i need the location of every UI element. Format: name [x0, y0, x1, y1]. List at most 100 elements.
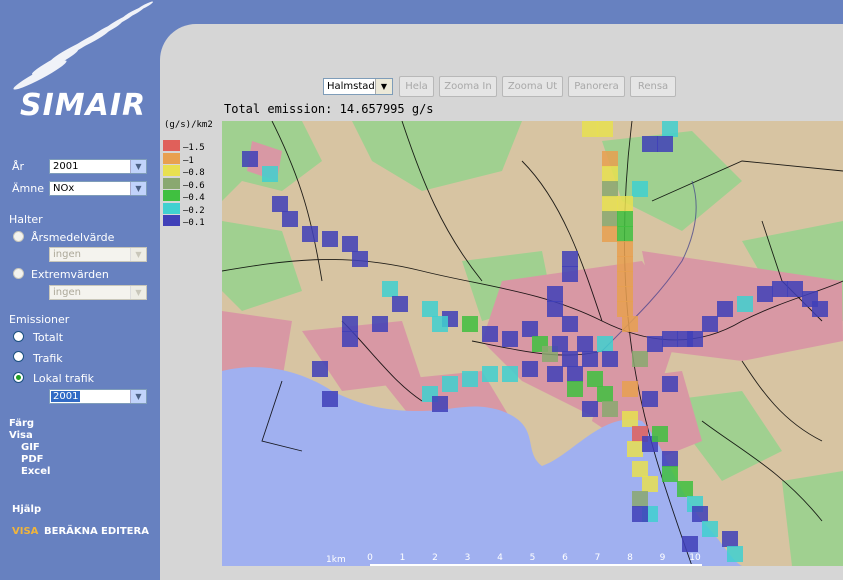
- sidebar: SIMAIR År 2001 ▼ Ämne NOx ▼ Halter Årsme…: [0, 0, 160, 580]
- emission-cell: [622, 381, 638, 397]
- emission-cell: [642, 476, 658, 492]
- emission-cell: [432, 396, 448, 412]
- scale-bar: 0 1 2 3 4 5 6 7 8 9 10 1km: [222, 548, 843, 566]
- emission-cell: [382, 281, 398, 297]
- arsmedel-label: Årsmedelvärde: [31, 231, 115, 244]
- emission-cell: [352, 251, 368, 267]
- emission-cell: [617, 271, 633, 287]
- pan-button[interactable]: Panorera: [568, 76, 625, 97]
- map-canvas: [222, 121, 843, 566]
- emission-cell: [392, 296, 408, 312]
- emissioner-heading: Emissioner: [9, 313, 70, 326]
- emission-cell: [632, 181, 648, 197]
- logo-graphic: [13, 1, 153, 90]
- lokal-trafik-radio[interactable]: [13, 372, 24, 383]
- scale-tick-label: 2: [432, 553, 438, 563]
- substance-select[interactable]: NOx ▼: [49, 181, 147, 196]
- legend-title: (g/s)/km2: [164, 120, 213, 130]
- emission-cell: [632, 491, 648, 507]
- extrem-select[interactable]: ingen ▼: [49, 285, 147, 300]
- scale-tick-label: 0: [367, 553, 373, 563]
- emission-cell: [502, 331, 518, 347]
- nav-visa[interactable]: VISA: [12, 526, 38, 537]
- legend-swatch: [163, 215, 180, 226]
- gif-link[interactable]: GIF: [21, 442, 40, 453]
- emission-cell: [617, 211, 633, 227]
- chevron-down-icon: ▼: [130, 248, 146, 261]
- extrem-label: Extremvärden: [31, 268, 109, 281]
- legend-label: —0.6: [183, 180, 205, 191]
- emission-cell: [617, 256, 633, 272]
- legend-swatch: [163, 177, 180, 189]
- emission-cell: [602, 351, 618, 367]
- emission-cell: [627, 441, 643, 457]
- scale-bar-svg: 0 1 2 3 4 5 6 7 8 9 10: [367, 553, 702, 566]
- emission-cell: [602, 151, 618, 167]
- zoom-in-button[interactable]: Zooma In: [439, 76, 497, 97]
- emission-cell: [302, 226, 318, 242]
- chevron-down-icon: ▼: [130, 160, 146, 173]
- emission-cell: [322, 391, 338, 407]
- emission-cell: [312, 361, 328, 377]
- year-label: År: [12, 160, 25, 173]
- emission-cell: [242, 151, 258, 167]
- total-emission-text: Total emission: 14.657995 g/s: [224, 102, 434, 116]
- legend-label: —1.5: [183, 143, 205, 153]
- chevron-down-icon: ▼: [130, 286, 146, 299]
- emission-map[interactable]: [222, 121, 843, 566]
- pdf-link[interactable]: PDF: [21, 454, 43, 465]
- city-select[interactable]: Halmstad ▼: [323, 78, 393, 95]
- excel-link[interactable]: Excel: [21, 466, 50, 477]
- emission-cell: [702, 316, 718, 332]
- emission-cell: [642, 391, 658, 407]
- emission-cell: [617, 226, 633, 242]
- arsmedel-radio[interactable]: [13, 231, 24, 242]
- emission-cell: [597, 336, 613, 352]
- emission-cell: [547, 286, 563, 302]
- legend-swatch: [163, 152, 180, 164]
- emission-cell: [552, 336, 568, 352]
- emission-cell: [582, 401, 598, 417]
- emission-cell: [677, 481, 693, 497]
- legend-label: —0.4: [183, 193, 205, 203]
- emission-cell: [597, 386, 613, 402]
- substance-value: NOx: [53, 183, 75, 194]
- emission-cell: [722, 531, 738, 547]
- emission-cell: [647, 336, 663, 352]
- emission-cell: [482, 366, 498, 382]
- nav-editera[interactable]: EDITERA: [101, 526, 149, 537]
- emission-cell: [547, 301, 563, 317]
- farg-link[interactable]: Färg: [9, 418, 34, 429]
- emission-cell: [757, 286, 773, 302]
- year-select[interactable]: 2001 ▼: [49, 159, 147, 174]
- emission-cell: [547, 366, 563, 382]
- emission-cell: [602, 401, 618, 417]
- hela-button[interactable]: Hela: [399, 76, 434, 97]
- totalt-radio[interactable]: [13, 331, 24, 342]
- arsmedel-select[interactable]: ingen ▼: [49, 247, 147, 262]
- legend-swatch: [163, 165, 180, 176]
- lokal-trafik-select[interactable]: 2001 ▼: [49, 389, 147, 404]
- scale-unit: 1km: [326, 555, 346, 565]
- year-value: 2001: [53, 161, 79, 172]
- scale-tick-label: 4: [497, 553, 503, 563]
- emission-cell: [687, 331, 703, 347]
- emission-cell: [622, 411, 638, 427]
- emission-cell: [737, 296, 753, 312]
- help-link[interactable]: Hjälp: [12, 504, 41, 515]
- clear-button[interactable]: Rensa: [630, 76, 676, 97]
- halter-heading: Halter: [9, 213, 43, 226]
- emission-cell: [772, 281, 788, 297]
- emission-cell: [602, 181, 618, 197]
- nav-berakna[interactable]: BERÄKNA: [44, 526, 98, 537]
- trafik-radio[interactable]: [13, 351, 24, 362]
- emission-cell: [717, 301, 733, 317]
- extrem-radio[interactable]: [13, 268, 24, 279]
- emission-cell: [372, 316, 388, 332]
- emission-cell: [432, 316, 448, 332]
- zoom-out-button[interactable]: Zooma Ut: [502, 76, 563, 97]
- emission-cell: [282, 211, 298, 227]
- emission-cell: [582, 121, 598, 137]
- emission-cell: [502, 366, 518, 382]
- emission-cell: [662, 466, 678, 482]
